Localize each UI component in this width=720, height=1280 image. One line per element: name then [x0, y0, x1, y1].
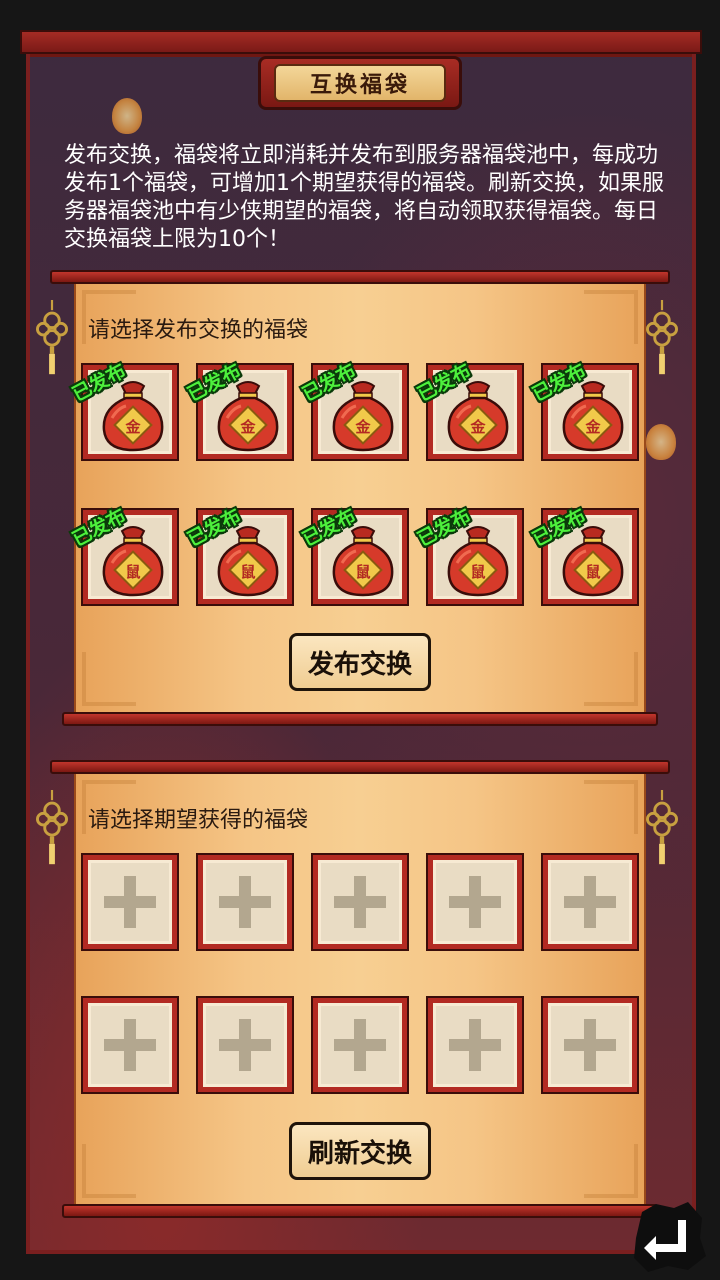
corner-ornament — [82, 1144, 136, 1198]
page-title: 互换福袋 — [274, 64, 446, 102]
svg-text:鼠: 鼠 — [355, 563, 370, 581]
expect-bag-slot[interactable] — [543, 998, 637, 1092]
plus-icon — [564, 1019, 616, 1071]
publish-panel-label: 请选择发布交换的福袋 — [88, 318, 309, 343]
corner-ornament — [584, 652, 638, 706]
publish-bag-slot[interactable]: 金 已发布 — [184, 360, 292, 459]
scroll-rod-bottom — [62, 712, 658, 726]
svg-text:金: 金 — [124, 418, 141, 436]
plus-icon — [104, 1019, 156, 1071]
plus-icon — [334, 1019, 386, 1071]
expect-bag-slot[interactable] — [83, 998, 177, 1092]
expect-bag-slot[interactable] — [198, 855, 292, 949]
intro-text: 发布交换，福袋将立即消耗并发布到服务器福袋池中，每成功发布1个福袋，可增加1个期… — [64, 143, 664, 252]
chinese-knot-icon — [646, 300, 678, 375]
plus-icon — [219, 876, 271, 928]
plus-icon — [449, 876, 501, 928]
corner-ornament — [584, 290, 638, 344]
svg-text:鼠: 鼠 — [240, 563, 255, 581]
svg-text:金: 金 — [354, 418, 371, 436]
publish-bag-slot[interactable]: 鼠 已发布 — [529, 505, 637, 604]
plus-icon — [334, 876, 386, 928]
publish-bag-slot[interactable]: 金 已发布 — [69, 360, 177, 459]
expect-panel-label: 请选择期望获得的福袋 — [88, 808, 309, 833]
svg-text:金: 金 — [469, 418, 486, 436]
plus-icon — [219, 1019, 271, 1071]
svg-text:金: 金 — [584, 418, 601, 436]
publish-bag-slot[interactable]: 金 已发布 — [529, 360, 637, 459]
scroll-rod-bottom — [62, 1204, 658, 1218]
expect-bag-slot[interactable] — [428, 855, 522, 949]
chinese-knot-icon — [646, 790, 678, 865]
publish-bag-slot[interactable]: 鼠 已发布 — [414, 505, 522, 604]
expect-bag-slot[interactable] — [428, 998, 522, 1092]
plus-icon — [104, 876, 156, 928]
svg-text:鼠: 鼠 — [585, 563, 600, 581]
publish-bag-slot[interactable]: 鼠 已发布 — [69, 505, 177, 604]
title-plate: 互换福袋 — [258, 56, 462, 110]
lantern-icon — [646, 424, 676, 460]
corner-ornament — [584, 1144, 638, 1198]
chinese-knot-icon — [36, 790, 68, 865]
corner-ornament — [584, 780, 638, 834]
scroll-rod-top — [50, 270, 670, 284]
publish-bag-slot[interactable]: 金 已发布 — [299, 360, 407, 459]
return-arrow-icon[interactable] — [628, 1198, 708, 1274]
svg-text:鼠: 鼠 — [470, 563, 485, 581]
frame-top-beam — [20, 30, 702, 54]
expect-bag-slot[interactable] — [313, 998, 407, 1092]
expect-bag-slot[interactable] — [543, 855, 637, 949]
svg-text:金: 金 — [239, 418, 256, 436]
publish-bag-slot[interactable]: 鼠 已发布 — [184, 505, 292, 604]
plus-icon — [564, 876, 616, 928]
chinese-knot-icon — [36, 300, 68, 375]
publish-exchange-button[interactable]: 发布交换 — [289, 633, 431, 691]
expect-bag-slot[interactable] — [313, 855, 407, 949]
svg-text:鼠: 鼠 — [125, 563, 140, 581]
corner-ornament — [82, 652, 136, 706]
publish-bag-slot[interactable]: 金 已发布 — [414, 360, 522, 459]
refresh-exchange-button[interactable]: 刷新交换 — [289, 1122, 431, 1180]
expect-bag-slot[interactable] — [83, 855, 177, 949]
scroll-rod-top — [50, 760, 670, 774]
expect-bag-slot[interactable] — [198, 998, 292, 1092]
publish-bag-slot[interactable]: 鼠 已发布 — [299, 505, 407, 604]
lantern-icon — [112, 98, 142, 134]
plus-icon — [449, 1019, 501, 1071]
